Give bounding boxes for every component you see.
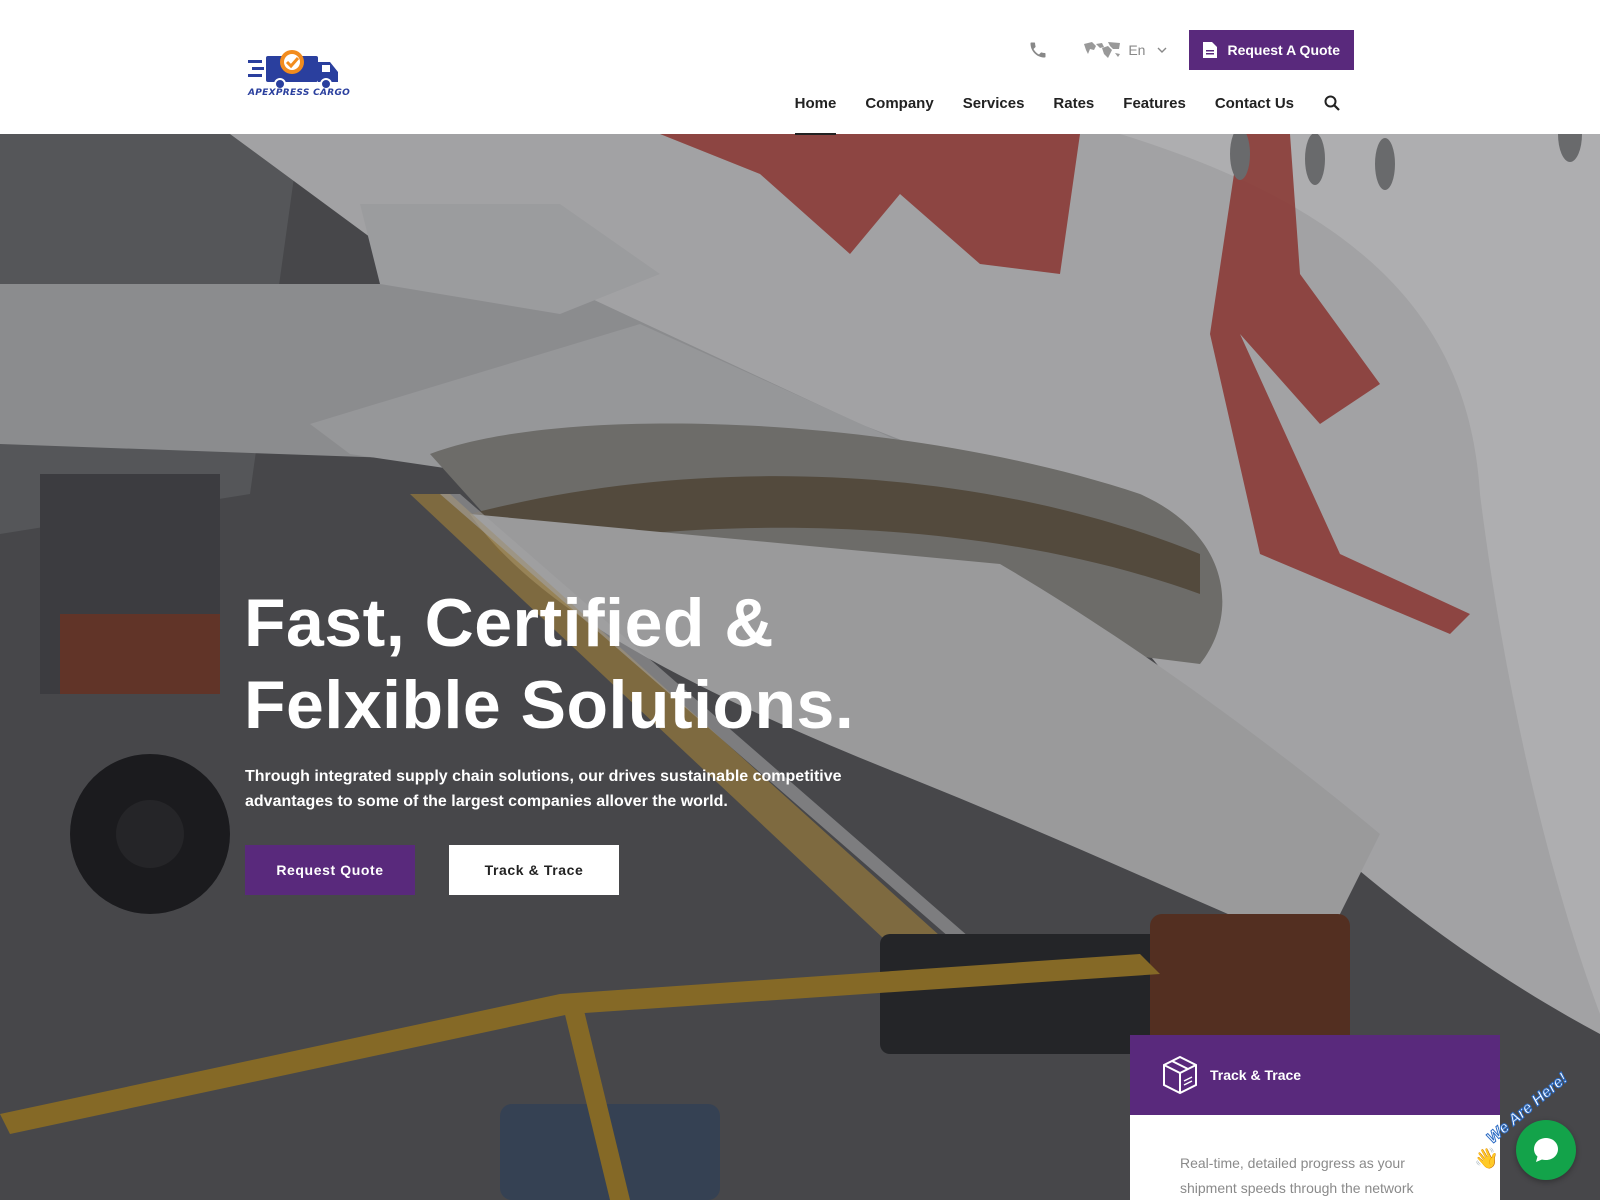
- globe-icon: [1084, 42, 1121, 58]
- site-header: APEXPRESS CARGO En Request A Quote Home …: [0, 0, 1600, 135]
- logo[interactable]: APEXPRESS CARGO: [248, 48, 351, 102]
- nav-services[interactable]: Services: [963, 95, 1025, 112]
- nav-rates[interactable]: Rates: [1053, 95, 1094, 112]
- request-quote-button[interactable]: Request Quote: [245, 845, 415, 895]
- chat-widget[interactable]: We Are Here! 👋: [1472, 1070, 1600, 1200]
- logo-text: APEXPRESS CARGO: [248, 88, 351, 98]
- track-trace-card: Track & Trace Real-time, detailed progre…: [1130, 1035, 1500, 1200]
- hero-title-line-1: Fast, Certified &: [244, 585, 774, 661]
- chat-button[interactable]: [1516, 1120, 1576, 1180]
- track-and-trace-button[interactable]: Track & Trace: [449, 845, 619, 895]
- truck-logo-icon: [248, 50, 338, 90]
- phone-icon[interactable]: [1028, 40, 1048, 60]
- document-icon: [1203, 42, 1218, 58]
- request-a-quote-button[interactable]: Request A Quote: [1189, 30, 1354, 70]
- waving-hand-icon: 👋: [1474, 1148, 1499, 1170]
- track-trace-card-text: Real-time, detailed progress as your shi…: [1130, 1115, 1500, 1200]
- track-trace-card-title: Track & Trace: [1210, 1067, 1302, 1083]
- request-a-quote-label: Request A Quote: [1227, 42, 1340, 58]
- language-selector[interactable]: En: [1082, 40, 1167, 60]
- box-icon: [1163, 1055, 1197, 1095]
- hero-title: Fast, Certified & Felxible Solutions.: [244, 582, 1144, 746]
- nav-features[interactable]: Features: [1123, 95, 1186, 112]
- main-nav: Home Company Services Rates Features Con…: [766, 88, 1340, 135]
- nav-company[interactable]: Company: [865, 95, 933, 112]
- chevron-down-icon: [1157, 47, 1167, 53]
- nav-home[interactable]: Home: [794, 95, 836, 135]
- track-trace-card-header[interactable]: Track & Trace: [1130, 1035, 1500, 1115]
- language-label: En: [1128, 42, 1146, 58]
- nav-contact-us[interactable]: Contact Us: [1215, 95, 1294, 112]
- chat-icon: [1534, 1138, 1558, 1162]
- hero-subtitle: Through integrated supply chain solution…: [245, 768, 842, 810]
- top-bar: En Request A Quote: [1028, 30, 1354, 70]
- search-icon[interactable]: [1324, 95, 1340, 111]
- hero-title-line-2: Felxible Solutions.: [244, 667, 855, 743]
